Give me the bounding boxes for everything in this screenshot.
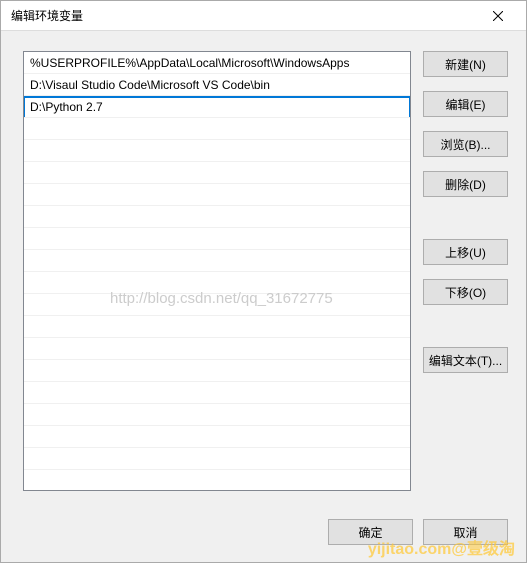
dialog-title: 编辑环境变量	[11, 7, 478, 24]
list-item-empty[interactable]	[24, 184, 410, 206]
content-area: %USERPROFILE%\AppData\Local\Microsoft\Wi…	[1, 31, 526, 514]
list-item-empty[interactable]	[24, 360, 410, 382]
delete-button[interactable]: 删除(D)	[423, 171, 508, 197]
browse-button[interactable]: 浏览(B)...	[423, 131, 508, 157]
list-item-empty[interactable]	[24, 140, 410, 162]
close-button[interactable]	[478, 1, 518, 31]
list-item-empty[interactable]	[24, 426, 410, 448]
cancel-button[interactable]: 取消	[423, 519, 508, 545]
edit-button[interactable]: 编辑(E)	[423, 91, 508, 117]
move-down-button[interactable]: 下移(O)	[423, 279, 508, 305]
footer: 确定 取消	[1, 514, 526, 562]
titlebar: 编辑环境变量	[1, 1, 526, 31]
list-item-empty[interactable]	[24, 316, 410, 338]
list-item-empty[interactable]	[24, 118, 410, 140]
edit-text-button[interactable]: 编辑文本(T)...	[423, 347, 508, 373]
list-item-empty[interactable]	[24, 338, 410, 360]
env-var-dialog: 编辑环境变量 %USERPROFILE%\AppData\Local\Micro…	[0, 0, 527, 563]
list-item-empty[interactable]	[24, 294, 410, 316]
list-item-empty[interactable]	[24, 404, 410, 426]
list-item-empty[interactable]	[24, 382, 410, 404]
list-item-empty[interactable]	[24, 228, 410, 250]
move-up-button[interactable]: 上移(U)	[423, 239, 508, 265]
list-item-empty[interactable]	[24, 162, 410, 184]
list-item-editing[interactable]	[24, 96, 410, 118]
list-item[interactable]: %USERPROFILE%\AppData\Local\Microsoft\Wi…	[24, 52, 410, 74]
list-item-empty[interactable]	[24, 448, 410, 470]
ok-button[interactable]: 确定	[328, 519, 413, 545]
path-edit-input[interactable]	[25, 98, 409, 117]
path-listbox[interactable]: %USERPROFILE%\AppData\Local\Microsoft\Wi…	[23, 51, 411, 491]
list-item-empty[interactable]	[24, 206, 410, 228]
button-sidebar: 新建(N) 编辑(E) 浏览(B)... 删除(D) 上移(U) 下移(O) 编…	[423, 51, 508, 506]
list-item-empty[interactable]	[24, 470, 410, 491]
list-item[interactable]: D:\Visaul Studio Code\Microsoft VS Code\…	[24, 74, 410, 96]
list-item-empty[interactable]	[24, 250, 410, 272]
close-icon	[493, 11, 503, 21]
new-button[interactable]: 新建(N)	[423, 51, 508, 77]
list-item-empty[interactable]	[24, 272, 410, 294]
